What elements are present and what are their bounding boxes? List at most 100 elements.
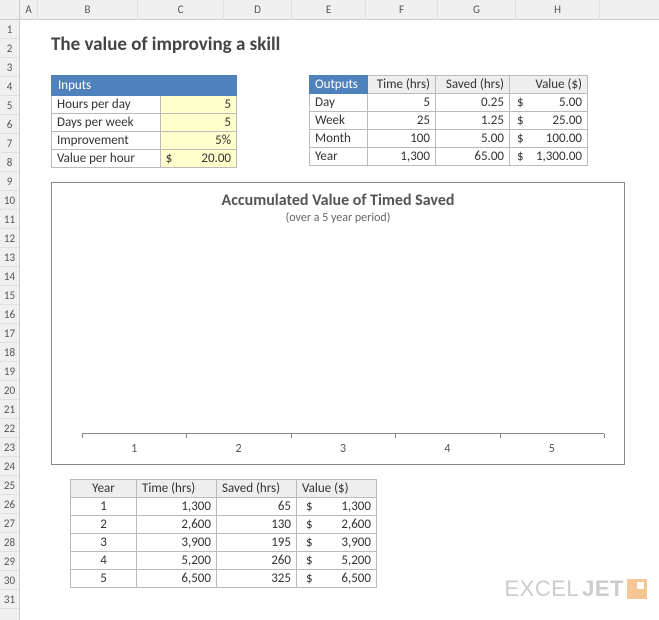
column-header[interactable]: D bbox=[224, 0, 292, 20]
year-cell[interactable]: 130 bbox=[217, 516, 297, 534]
year-col-time: Time (hrs) bbox=[137, 480, 217, 498]
column-header[interactable]: G bbox=[438, 0, 516, 20]
row-header[interactable]: 18 bbox=[0, 343, 19, 362]
row-header[interactable]: 22 bbox=[0, 419, 19, 438]
row-header[interactable]: 21 bbox=[0, 400, 19, 419]
year-col-value: Value ($) bbox=[297, 480, 377, 498]
row-header[interactable]: 28 bbox=[0, 533, 19, 552]
row-header[interactable]: 6 bbox=[0, 115, 19, 134]
year-cell[interactable]: 260 bbox=[217, 552, 297, 570]
output-cell[interactable]: $25.00 bbox=[510, 112, 588, 130]
column-header[interactable]: E bbox=[292, 0, 366, 20]
chart-x-axis bbox=[82, 433, 604, 434]
output-cell[interactable]: 65.00 bbox=[436, 148, 510, 166]
chart-category-label: 5 bbox=[549, 442, 555, 456]
output-cell[interactable]: Week bbox=[310, 112, 368, 130]
row-header[interactable]: 3 bbox=[0, 58, 19, 77]
chart-category-label: 3 bbox=[340, 442, 346, 456]
output-cell[interactable]: $5.00 bbox=[510, 94, 588, 112]
row-header[interactable]: 25 bbox=[0, 476, 19, 495]
row-header[interactable]: 30 bbox=[0, 571, 19, 590]
row-header[interactable]: 5 bbox=[0, 96, 19, 115]
row-header[interactable]: 24 bbox=[0, 457, 19, 476]
row-header[interactable]: 1 bbox=[0, 20, 19, 39]
outputs-header: Outputs bbox=[310, 76, 368, 94]
watermark: EXCELJET bbox=[504, 576, 647, 602]
row-header[interactable]: 2 bbox=[0, 39, 19, 58]
row-header[interactable]: 7 bbox=[0, 134, 19, 153]
row-header[interactable]: 12 bbox=[0, 229, 19, 248]
year-cell[interactable]: 6,500 bbox=[137, 570, 217, 588]
output-cell[interactable]: $100.00 bbox=[510, 130, 588, 148]
year-cell[interactable]: 1 bbox=[71, 498, 137, 516]
row-header[interactable]: 14 bbox=[0, 267, 19, 286]
year-cell[interactable]: 3,900 bbox=[137, 534, 217, 552]
outputs-col-time: Time (hrs) bbox=[368, 76, 436, 94]
row-header[interactable]: 11 bbox=[0, 210, 19, 229]
row-header[interactable]: 10 bbox=[0, 191, 19, 210]
column-header[interactable]: F bbox=[366, 0, 438, 20]
year-cell[interactable]: 5 bbox=[71, 570, 137, 588]
chart-category-label: 1 bbox=[131, 442, 137, 456]
table-row: 11,30065$1,300 bbox=[71, 498, 377, 516]
row-header[interactable]: 8 bbox=[0, 153, 19, 172]
input-value-cell[interactable]: 5 bbox=[160, 114, 236, 132]
row-header[interactable]: 17 bbox=[0, 324, 19, 343]
output-cell[interactable]: 5.00 bbox=[436, 130, 510, 148]
year-cell[interactable]: 5,200 bbox=[137, 552, 217, 570]
year-cell[interactable]: $5,200 bbox=[297, 552, 377, 570]
year-cell[interactable]: $3,900 bbox=[297, 534, 377, 552]
year-cell[interactable]: 325 bbox=[217, 570, 297, 588]
input-label: Days per week bbox=[52, 114, 161, 132]
worksheet-area[interactable]: The value of improving a skill Inputs Ho… bbox=[20, 20, 659, 620]
output-cell[interactable]: 1.25 bbox=[436, 112, 510, 130]
row-header[interactable]: 16 bbox=[0, 305, 19, 324]
input-value-cell[interactable]: 5% bbox=[160, 132, 236, 150]
output-cell[interactable]: Month bbox=[310, 130, 368, 148]
outputs-col-saved: Saved (hrs) bbox=[436, 76, 510, 94]
output-cell[interactable]: Year bbox=[310, 148, 368, 166]
year-cell[interactable]: 2 bbox=[71, 516, 137, 534]
year-cell[interactable]: $6,500 bbox=[297, 570, 377, 588]
input-value-cell[interactable]: $20.00 bbox=[160, 150, 236, 168]
year-cell[interactable]: 65 bbox=[217, 498, 297, 516]
row-header[interactable]: 31 bbox=[0, 590, 19, 609]
input-label: Improvement bbox=[52, 132, 161, 150]
row-header[interactable]: 23 bbox=[0, 438, 19, 457]
row-header[interactable]: 20 bbox=[0, 381, 19, 400]
chart-title: Accumulated Value of Timed Saved bbox=[52, 191, 624, 210]
year-cell[interactable]: 3 bbox=[71, 534, 137, 552]
outputs-table: Outputs Time (hrs) Saved (hrs) Value ($)… bbox=[309, 75, 588, 166]
year-cell[interactable]: 195 bbox=[217, 534, 297, 552]
row-header[interactable]: 15 bbox=[0, 286, 19, 305]
row-header[interactable]: 13 bbox=[0, 248, 19, 267]
output-cell[interactable]: 100 bbox=[368, 130, 436, 148]
year-cell[interactable]: 1,300 bbox=[137, 498, 217, 516]
output-cell[interactable]: 1,300 bbox=[368, 148, 436, 166]
column-header[interactable]: H bbox=[516, 0, 600, 20]
chart[interactable]: Accumulated Value of Timed Saved (over a… bbox=[51, 182, 625, 465]
column-header[interactable]: B bbox=[38, 0, 138, 20]
row-header[interactable]: 29 bbox=[0, 552, 19, 571]
input-value-cell[interactable]: 5 bbox=[160, 96, 236, 114]
row-header[interactable]: 27 bbox=[0, 514, 19, 533]
input-label: Hours per day bbox=[52, 96, 161, 114]
year-cell[interactable]: $2,600 bbox=[297, 516, 377, 534]
row-header[interactable]: 19 bbox=[0, 362, 19, 381]
column-header[interactable]: C bbox=[138, 0, 224, 20]
column-headers: ABCDEFGH bbox=[20, 0, 659, 20]
output-cell[interactable]: 25 bbox=[368, 112, 436, 130]
year-cell[interactable]: $1,300 bbox=[297, 498, 377, 516]
input-label: Value per hour bbox=[52, 150, 161, 168]
column-header[interactable]: A bbox=[20, 0, 38, 20]
year-cell[interactable]: 2,600 bbox=[137, 516, 217, 534]
output-cell[interactable]: 5 bbox=[368, 94, 436, 112]
row-header[interactable]: 4 bbox=[0, 77, 19, 96]
table-row: 22,600130$2,600 bbox=[71, 516, 377, 534]
output-cell[interactable]: Day bbox=[310, 94, 368, 112]
year-cell[interactable]: 4 bbox=[71, 552, 137, 570]
output-cell[interactable]: 0.25 bbox=[436, 94, 510, 112]
row-header[interactable]: 9 bbox=[0, 172, 19, 191]
row-header[interactable]: 26 bbox=[0, 495, 19, 514]
output-cell[interactable]: $1,300.00 bbox=[510, 148, 588, 166]
